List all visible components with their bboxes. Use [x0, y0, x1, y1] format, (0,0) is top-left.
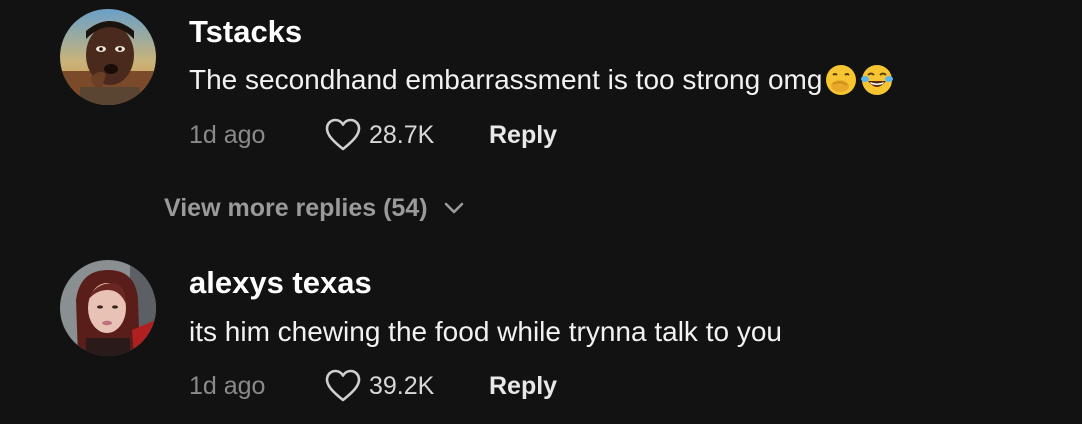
comment-meta: 1d ago 39.2K Reply — [189, 366, 557, 406]
avatar-image — [60, 9, 156, 105]
username[interactable]: alexys texas — [189, 265, 372, 301]
comment-text-body: The secondhand embarrassment is too stro… — [189, 64, 823, 95]
comment-text: The secondhand embarrassment is too stro… — [189, 60, 894, 100]
avatar[interactable] — [60, 9, 156, 105]
timestamp: 1d ago — [189, 120, 266, 149]
username[interactable]: Tstacks — [189, 14, 302, 50]
like-count: 39.2K — [369, 371, 435, 400]
like-button[interactable]: 28.7K — [325, 118, 489, 152]
like-button[interactable]: 39.2K — [325, 369, 489, 403]
reply-button[interactable]: Reply — [489, 121, 557, 150]
comment-text: its him chewing the food while trynna ta… — [189, 312, 782, 352]
chevron-down-icon — [444, 202, 463, 214]
face-with-tears-of-joy-emoji — [861, 65, 894, 95]
comment-text-body: its him chewing the food while trynna ta… — [189, 316, 782, 347]
reply-button[interactable]: Reply — [489, 372, 557, 401]
avatar-image — [60, 260, 156, 356]
view-more-label: View more replies (54) — [164, 193, 428, 222]
face-with-hand-over-mouth-emoji — [826, 65, 857, 95]
like-count: 28.7K — [369, 120, 435, 149]
avatar[interactable] — [60, 260, 156, 356]
comment-meta: 1d ago 28.7K Reply — [189, 115, 557, 155]
view-more-replies-button[interactable]: View more replies (54) — [164, 190, 464, 226]
heart-outline-icon[interactable] — [325, 369, 361, 403]
timestamp: 1d ago — [189, 371, 266, 400]
heart-outline-icon[interactable] — [325, 118, 361, 152]
